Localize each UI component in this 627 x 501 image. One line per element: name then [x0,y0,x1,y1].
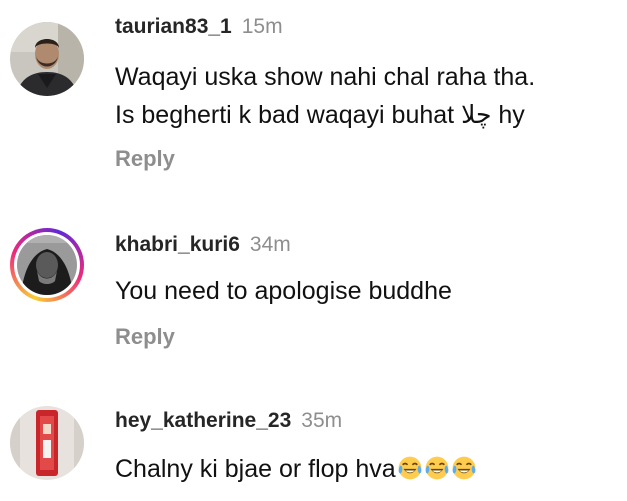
comment-text-line: Waqayi uska show nahi chal raha tha. [115,63,536,91]
avatar-photo [10,22,84,96]
comment-text-line: You need to apologise buddhe [115,277,452,305]
comment-text-line: Chalny ki bjae or flop hva [115,450,477,488]
username[interactable]: hey_katherine_23 [115,409,291,432]
username[interactable]: khabri_kuri6 [115,233,240,256]
comment-header: hey_katherine_23 35m [115,408,342,434]
comment-text: Chalny ki bjae or flop hva [115,455,396,483]
timestamp: 15m [241,15,283,38]
timestamp: 34m [249,233,291,256]
avatar-photo [17,235,77,295]
avatar[interactable] [10,406,84,480]
tears-of-joy-emoji-icon [452,456,476,480]
avatar-photo [10,406,84,480]
timestamp: 35m [301,409,343,432]
avatar-story-ring[interactable] [10,228,84,302]
comment-text-line: Is begherti k bad waqayi buhat چلا hy [115,101,525,129]
tears-of-joy-emoji-icon [425,456,449,480]
reply-button[interactable]: Reply [115,146,175,172]
comment-header: khabri_kuri6 34m [115,232,291,258]
comment-header: taurian83_1 15m [115,14,283,40]
emoji-group [396,455,477,483]
tears-of-joy-emoji-icon [398,456,422,480]
reply-button[interactable]: Reply [115,324,175,350]
username[interactable]: taurian83_1 [115,15,232,38]
avatar [14,232,80,298]
avatar[interactable] [10,22,84,96]
